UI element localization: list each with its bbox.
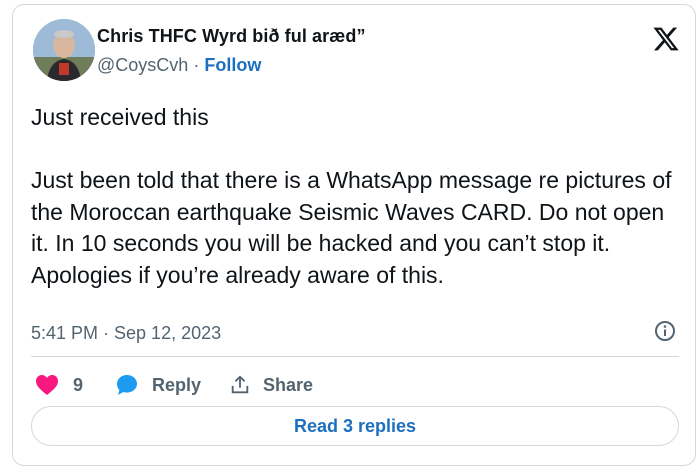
avatar[interactable] xyxy=(33,19,95,81)
divider xyxy=(31,356,679,357)
read-replies-label: Read 3 replies xyxy=(293,415,417,436)
tweet-timestamp[interactable]: 5:41 PM · Sep 12, 2023 xyxy=(31,323,221,344)
author-handle-row: @CoysCvh · Follow xyxy=(97,55,261,76)
share-icon xyxy=(231,375,249,394)
author-handle[interactable]: @CoysCvh xyxy=(97,55,188,75)
reply-bubble-icon xyxy=(117,375,137,395)
info-icon[interactable] xyxy=(653,319,677,343)
reply-button[interactable]: Reply xyxy=(115,371,201,399)
x-logo-icon[interactable] xyxy=(651,25,681,53)
tweet-text: Just received this Just been told that t… xyxy=(31,104,672,288)
author-display-name[interactable]: Chris THFC Wyrd bið ful aræd” xyxy=(97,26,366,47)
share-label: Share xyxy=(263,374,314,395)
tweet-card: Chris THFC Wyrd bið ful aræd” @CoysCvh ·… xyxy=(12,4,696,466)
read-replies-button[interactable]: Read 3 replies xyxy=(31,406,679,446)
share-button[interactable]: Share xyxy=(229,371,313,399)
like-count: 9 xyxy=(73,374,84,395)
heart-icon xyxy=(36,375,58,395)
avatar-image xyxy=(33,19,95,81)
like-button[interactable]: 9 xyxy=(35,371,83,399)
separator-dot: · xyxy=(193,55,200,75)
follow-button[interactable]: Follow xyxy=(204,55,261,75)
reply-label: Reply xyxy=(152,374,202,395)
